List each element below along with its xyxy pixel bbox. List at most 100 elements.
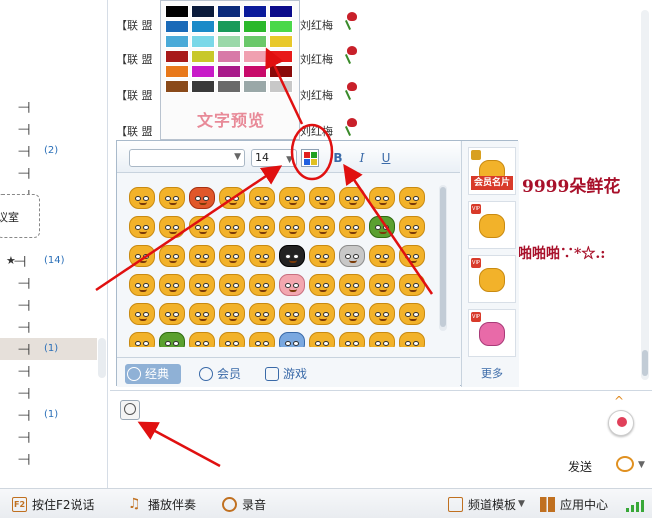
more-button[interactable]: 更多 — [468, 365, 516, 381]
bold-button[interactable]: B — [329, 149, 347, 167]
color-swatch[interactable] — [217, 50, 241, 63]
emoji-face-icon[interactable] — [219, 332, 245, 347]
tree-item[interactable]: —| — [0, 316, 97, 338]
tree-scrollbar[interactable] — [98, 338, 106, 378]
color-swatch[interactable] — [243, 20, 267, 33]
tree-item[interactable]: —| (1) — [0, 404, 97, 426]
channel-template-button[interactable]: 频道模板 — [448, 497, 516, 513]
color-swatch[interactable] — [217, 35, 241, 48]
emoji-face-icon[interactable] — [189, 303, 215, 325]
text-color-button[interactable] — [301, 149, 319, 167]
tab-classic[interactable]: 经典 — [125, 364, 181, 384]
emoji-face-icon[interactable] — [279, 274, 305, 296]
emoji-face-icon[interactable] — [159, 303, 185, 325]
color-swatch[interactable] — [269, 20, 293, 33]
color-swatch[interactable] — [191, 35, 215, 48]
tree-item[interactable]: —| — [0, 162, 97, 184]
emoji-face-icon[interactable] — [309, 332, 335, 347]
emoji-face-icon[interactable] — [219, 245, 245, 267]
send-flower-button[interactable] — [608, 410, 634, 436]
emoji-face-icon[interactable] — [189, 216, 215, 238]
emoji-face-icon[interactable] — [339, 187, 365, 209]
emoji-face-icon[interactable] — [189, 187, 215, 209]
color-swatch[interactable] — [243, 50, 267, 63]
tree-item[interactable]: ★—| (14) — [0, 250, 97, 272]
chevron-down-icon[interactable]: ▼ — [518, 499, 525, 509]
emoji-face-icon[interactable] — [159, 187, 185, 209]
tree-item[interactable]: —| — [0, 426, 97, 448]
emoji-face-icon[interactable] — [249, 303, 275, 325]
emoji-face-icon[interactable] — [129, 245, 155, 267]
emoji-face-icon[interactable] — [309, 187, 335, 209]
tree-item[interactable]: —| (1) — [0, 338, 97, 360]
color-swatch[interactable] — [269, 80, 293, 93]
emoji-face-icon[interactable] — [129, 303, 155, 325]
emoji-face-icon[interactable] — [369, 187, 395, 209]
tree-item[interactable]: —| — [0, 118, 97, 140]
emoji-scroll-thumb[interactable] — [440, 187, 446, 327]
emoji-face-icon[interactable] — [189, 245, 215, 267]
tab-game[interactable]: 游戏 — [263, 364, 307, 384]
emoji-face-icon[interactable] — [369, 303, 395, 325]
emoji-face-icon[interactable] — [129, 274, 155, 296]
color-swatch[interactable] — [165, 35, 189, 48]
emoji-face-icon[interactable] — [129, 332, 155, 347]
color-swatch[interactable] — [217, 65, 241, 78]
tree-item[interactable]: —| — [0, 96, 97, 118]
emoji-face-icon[interactable] — [279, 303, 305, 325]
emoji-face-icon[interactable] — [279, 245, 305, 267]
emoji-face-icon[interactable] — [369, 245, 395, 267]
emoji-face-icon[interactable] — [399, 187, 425, 209]
chevron-down-icon[interactable]: ▼ — [638, 460, 645, 470]
emoji-face-icon[interactable] — [339, 245, 365, 267]
color-swatch[interactable] — [191, 80, 215, 93]
emoji-face-icon[interactable] — [309, 303, 335, 325]
emoji-face-icon[interactable] — [399, 332, 425, 347]
tree-item[interactable]: —| (2) — [0, 140, 97, 162]
tree-item[interactable]: —| — [0, 382, 97, 404]
send-button[interactable]: 发送 — [568, 458, 592, 475]
emoji-face-icon[interactable] — [249, 187, 275, 209]
tree-item[interactable]: —| — [0, 448, 97, 470]
color-swatch[interactable] — [243, 65, 267, 78]
color-swatch[interactable] — [191, 20, 215, 33]
color-swatch[interactable] — [217, 5, 241, 18]
chat-bubble-icon[interactable] — [616, 456, 634, 472]
emoji-face-icon[interactable] — [219, 303, 245, 325]
emoji-face-icon[interactable] — [129, 187, 155, 209]
color-swatch[interactable] — [217, 80, 241, 93]
emoji-face-icon[interactable] — [399, 216, 425, 238]
tree-item[interactable]: —| — [0, 360, 97, 382]
emoji-face-icon[interactable] — [279, 187, 305, 209]
color-swatch[interactable] — [165, 50, 189, 63]
chevron-up-icon[interactable]: ^ — [614, 394, 624, 408]
color-swatch[interactable] — [165, 20, 189, 33]
play-music-button[interactable]: ♫ 播放伴奏 — [128, 497, 196, 513]
emoji-face-icon[interactable] — [249, 216, 275, 238]
vip-emoji[interactable]: VIP — [468, 201, 516, 249]
room-node[interactable]: 议室 — [0, 194, 40, 238]
color-swatch[interactable] — [165, 65, 189, 78]
color-swatch[interactable] — [269, 65, 293, 78]
chat-scrollbar[interactable] — [641, 10, 649, 380]
emoji-button[interactable] — [120, 400, 140, 420]
color-swatch[interactable] — [269, 50, 293, 63]
emoji-face-icon[interactable] — [189, 274, 215, 296]
emoji-face-icon[interactable] — [159, 332, 185, 347]
emoji-face-icon[interactable] — [279, 216, 305, 238]
emoji-face-icon[interactable] — [369, 332, 395, 347]
italic-button[interactable]: I — [353, 149, 371, 167]
emoji-face-icon[interactable] — [219, 274, 245, 296]
app-center-button[interactable]: 应用中心 — [540, 497, 608, 513]
color-swatch[interactable] — [243, 5, 267, 18]
emoji-face-icon[interactable] — [279, 332, 305, 347]
underline-button[interactable]: U — [377, 149, 395, 167]
vip-emoji[interactable]: VIP — [468, 309, 516, 357]
color-swatch[interactable] — [243, 80, 267, 93]
emoji-face-icon[interactable] — [159, 245, 185, 267]
emoji-face-icon[interactable] — [249, 274, 275, 296]
emoji-face-icon[interactable] — [369, 216, 395, 238]
emoji-face-icon[interactable] — [339, 303, 365, 325]
emoji-face-icon[interactable] — [219, 187, 245, 209]
tree-item[interactable]: —| — [0, 272, 97, 294]
